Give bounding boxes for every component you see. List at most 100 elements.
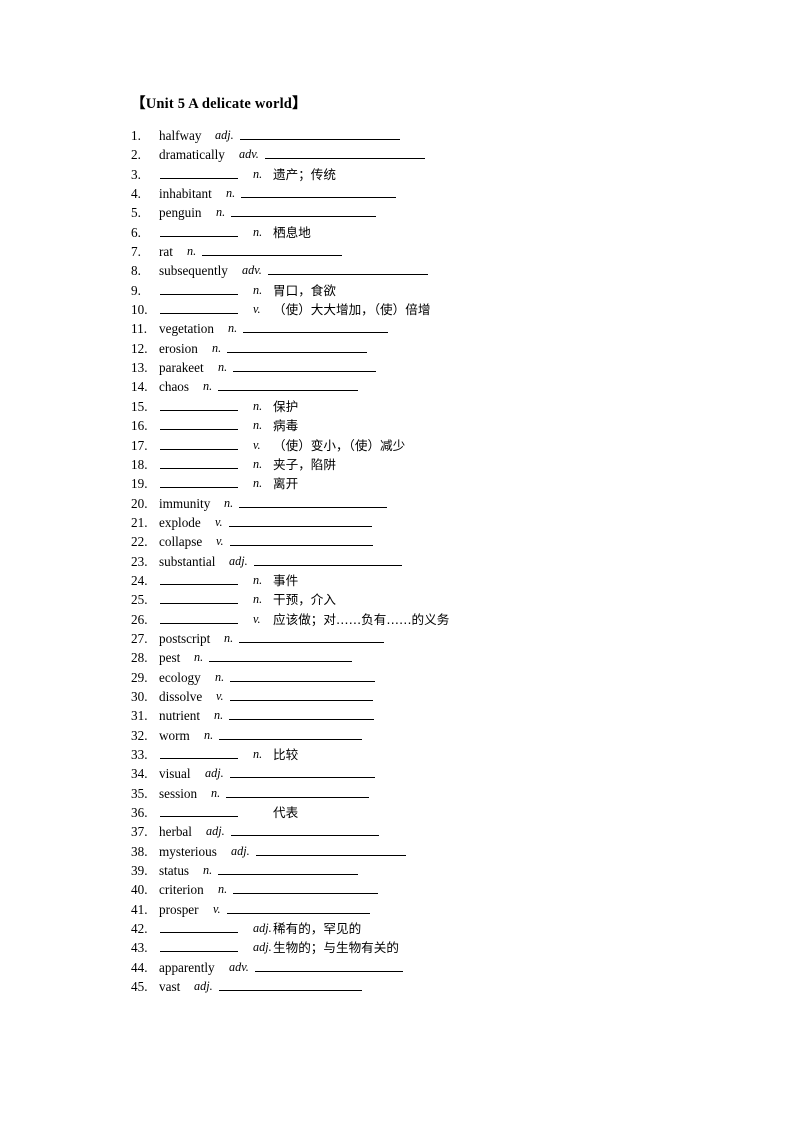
word-blank[interactable] — [160, 436, 238, 455]
answer-blank[interactable] — [229, 513, 372, 532]
word-blank[interactable] — [160, 610, 238, 629]
part-of-speech: n. — [211, 785, 221, 800]
row-number: 5. — [131, 205, 141, 221]
vocab-row: 27. postscript n. — [131, 629, 751, 648]
answer-blank[interactable] — [268, 261, 428, 280]
answer-blank[interactable] — [209, 648, 352, 667]
part-of-speech: adj. — [215, 128, 234, 142]
part-of-speech: n. — [253, 282, 263, 297]
part-of-speech: n. — [253, 592, 263, 607]
answer-blank[interactable] — [226, 784, 369, 803]
vocab-word: vast — [159, 979, 181, 995]
vocab-row: 24. n. 事件 — [131, 571, 751, 590]
vocab-row: 31. nutrient n. — [131, 706, 751, 725]
chinese-definition: 代表 — [273, 805, 299, 821]
answer-blank[interactable] — [218, 377, 358, 396]
vocab-row: 28. pest n. — [131, 648, 751, 667]
answer-blank[interactable] — [227, 900, 370, 919]
row-number: 44. — [131, 959, 148, 975]
answer-blank[interactable] — [233, 358, 376, 377]
vocab-word: pest — [159, 650, 181, 666]
answer-blank[interactable] — [241, 184, 396, 203]
row-number: 40. — [131, 882, 148, 898]
answer-blank[interactable] — [218, 861, 358, 880]
row-number: 8. — [131, 263, 141, 279]
part-of-speech: v. — [213, 901, 221, 916]
word-blank[interactable] — [160, 281, 238, 300]
answer-blank[interactable] — [233, 880, 378, 899]
part-of-speech: n. — [187, 244, 197, 259]
word-blank[interactable] — [160, 745, 238, 764]
chinese-definition: 比较 — [273, 747, 299, 762]
row-number: 32. — [131, 727, 148, 743]
vocab-word: subsequently — [159, 263, 228, 279]
chinese-definition: 保护 — [273, 398, 299, 414]
part-of-speech: n. — [194, 650, 204, 665]
word-blank[interactable] — [160, 803, 238, 822]
word-blank[interactable] — [160, 938, 238, 957]
vocab-row: 4. inhabitant n. — [131, 184, 751, 203]
vocab-word: chaos — [159, 379, 190, 395]
answer-blank[interactable] — [240, 126, 400, 145]
chinese-definition: 稀有的，罕见的 — [273, 921, 362, 937]
chinese-definition: （使）大大增加，（使）倍增 — [273, 302, 431, 318]
part-of-speech: n. — [218, 882, 228, 897]
vocab-word: vegetation — [159, 321, 214, 337]
row-number: 27. — [131, 630, 148, 646]
vocab-word: nutrient — [159, 708, 201, 724]
answer-blank[interactable] — [243, 319, 388, 338]
answer-blank[interactable] — [219, 977, 362, 996]
part-of-speech: v. — [215, 514, 223, 529]
word-blank[interactable] — [160, 571, 238, 590]
part-of-speech: adj. — [194, 979, 213, 994]
vocab-row: 3. n. 遗产；传统 — [131, 165, 751, 184]
answer-blank[interactable] — [265, 145, 425, 164]
row-number: 12. — [131, 340, 148, 356]
answer-blank[interactable] — [230, 687, 373, 706]
vocab-row: 44. apparently adv. — [131, 958, 751, 977]
vocab-row: 36. 代表 — [131, 803, 751, 822]
row-number: 23. — [131, 553, 148, 569]
word-blank[interactable] — [160, 416, 238, 435]
chinese-definition: 事件 — [273, 572, 299, 588]
answer-blank[interactable] — [229, 706, 374, 725]
answer-blank[interactable] — [202, 242, 342, 261]
answer-blank[interactable] — [230, 532, 373, 551]
part-of-speech: v. — [253, 437, 261, 452]
part-of-speech: n. — [214, 708, 224, 723]
answer-blank[interactable] — [255, 958, 403, 977]
word-blank[interactable] — [160, 919, 238, 938]
word-blank[interactable] — [160, 223, 238, 242]
vocab-row: 16. n. 病毒 — [131, 416, 751, 435]
answer-blank[interactable] — [256, 842, 406, 861]
answer-blank[interactable] — [227, 339, 367, 358]
vocab-word: apparently — [159, 959, 215, 975]
part-of-speech: n. — [216, 205, 226, 220]
word-blank[interactable] — [160, 165, 238, 184]
answer-blank[interactable] — [230, 668, 375, 687]
answer-blank[interactable] — [219, 726, 362, 745]
vocab-row: 20. immunity n. — [131, 494, 751, 513]
answer-blank[interactable] — [230, 764, 375, 783]
answer-blank[interactable] — [231, 822, 379, 841]
part-of-speech: n. — [204, 727, 214, 742]
answer-blank[interactable] — [254, 552, 402, 571]
vocab-row: 34. visual adj. — [131, 764, 751, 783]
part-of-speech: adj. — [229, 553, 248, 568]
answer-blank[interactable] — [239, 494, 387, 513]
vocab-word: session — [159, 785, 198, 801]
vocab-row: 10. v. （使）大大增加，（使）倍增 — [131, 300, 751, 319]
answer-blank[interactable] — [239, 629, 384, 648]
answer-blank[interactable] — [231, 203, 376, 222]
vocab-row: 40. criterion n. — [131, 880, 751, 899]
word-blank[interactable] — [160, 300, 238, 319]
word-blank[interactable] — [160, 590, 238, 609]
vocab-word: visual — [159, 766, 191, 782]
word-blank[interactable] — [160, 397, 238, 416]
vocab-row: 26. v. 应该做；对……负有……的义务 — [131, 610, 751, 629]
part-of-speech: n. — [253, 398, 263, 413]
vocab-row: 22. collapse v. — [131, 532, 751, 551]
word-blank[interactable] — [160, 455, 238, 474]
vocab-word: dramatically — [159, 147, 225, 163]
word-blank[interactable] — [160, 474, 238, 493]
